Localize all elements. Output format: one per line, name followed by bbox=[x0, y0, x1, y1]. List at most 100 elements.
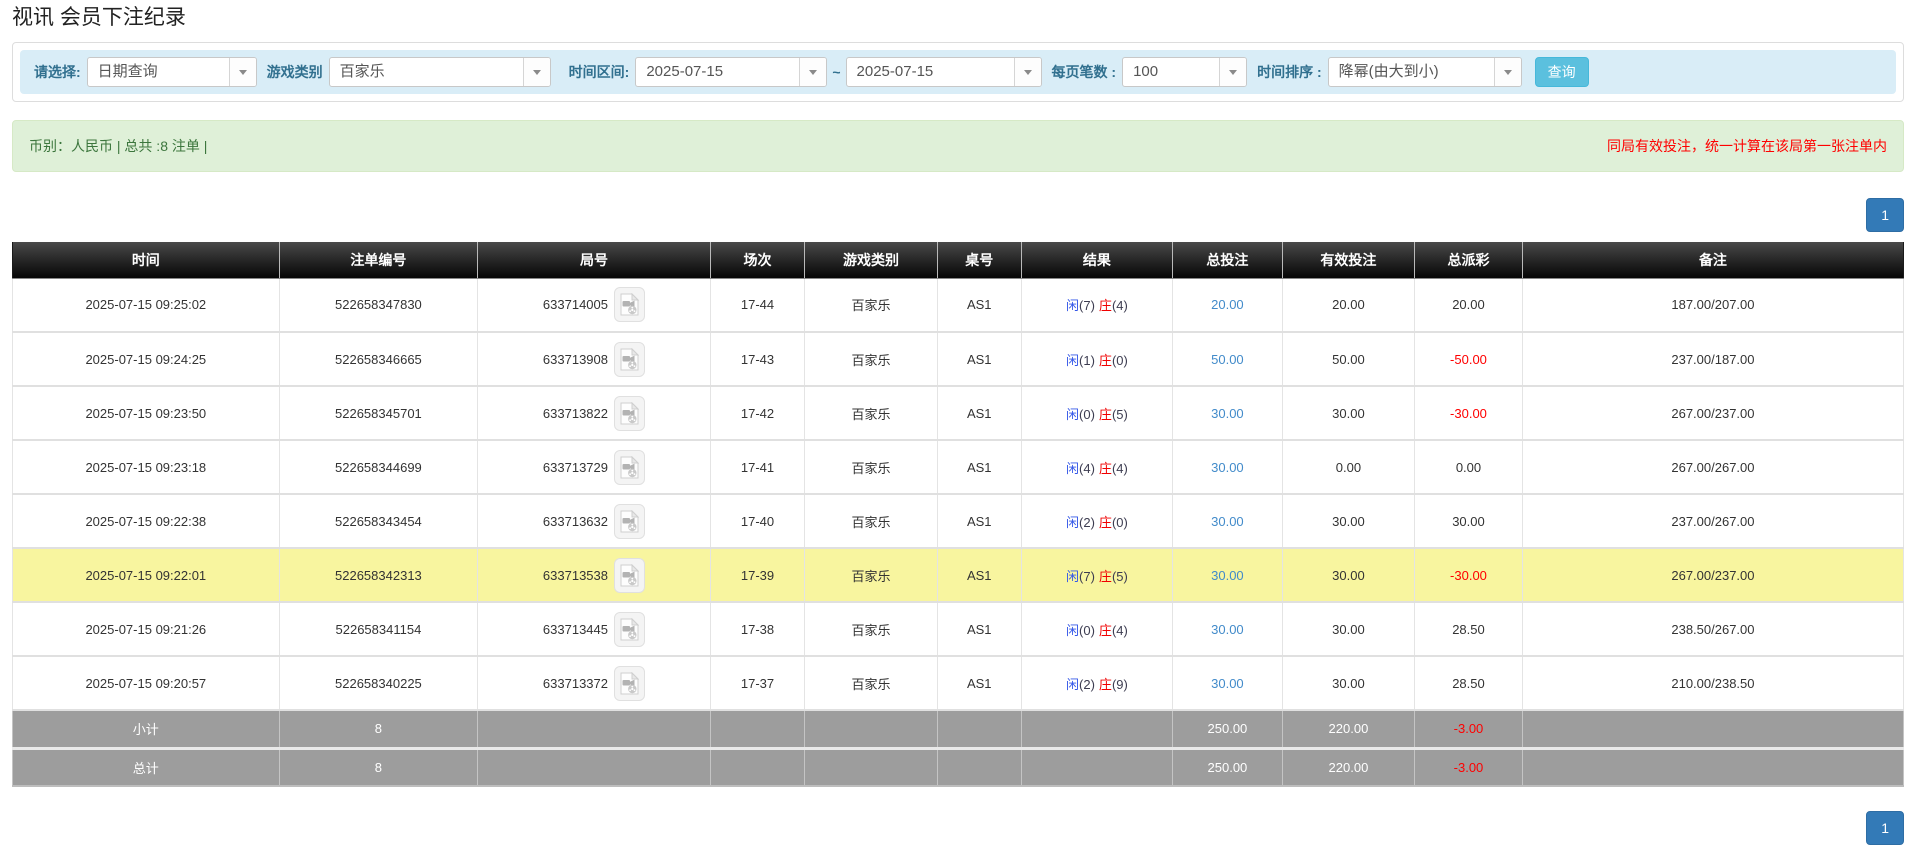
total-bet-link[interactable]: 30.00 bbox=[1211, 514, 1244, 529]
cell-bet-id: 522658345701 bbox=[278, 385, 479, 441]
result-banker-score: (4) bbox=[1111, 298, 1128, 314]
cell-empty bbox=[1020, 746, 1174, 787]
records-table: 时间 注单编号 局号 场次 游戏类别 桌号 结果 总投注 有效投注 总派彩 备注 2025-07-1… bbox=[12, 242, 1905, 787]
total-bet-link[interactable]: 30.00 bbox=[1211, 568, 1244, 583]
game-type-select[interactable]: 百家乐 bbox=[328, 57, 551, 87]
cell-game-type: 百家乐 bbox=[804, 601, 938, 657]
video-replay-button[interactable] bbox=[614, 503, 645, 539]
cell-bet-id: 522658340225 bbox=[278, 655, 479, 711]
summary-notice: 同局有效投注，统一计算在该局第一张注单内 bbox=[1607, 138, 1887, 154]
column-header: 游戏类别 bbox=[804, 242, 938, 279]
video-replay-button[interactable] bbox=[614, 611, 645, 647]
video-icon bbox=[620, 347, 639, 370]
chevron-down-icon bbox=[1503, 69, 1512, 75]
date-to-value[interactable]: 2025-07-15 bbox=[847, 58, 1014, 86]
video-replay-button[interactable] bbox=[614, 449, 645, 485]
search-button[interactable]: 查询 bbox=[1534, 57, 1589, 87]
page-1-button[interactable]: 1 bbox=[1866, 811, 1904, 845]
cell-table-no: AS1 bbox=[936, 277, 1022, 333]
cell-valid-bet: 20.00 bbox=[1281, 277, 1416, 333]
cell-round: 633714005 bbox=[477, 277, 711, 333]
table-row: 2025-07-15 09:25:02 522658347830 633714005… bbox=[12, 277, 1905, 333]
cell-total-bet: 30.00 bbox=[1172, 439, 1283, 495]
cell-time: 2025-07-15 09:23:18 bbox=[12, 439, 280, 495]
cell-remark: 267.00/267.00 bbox=[1521, 439, 1905, 495]
column-header: 总投注 bbox=[1172, 242, 1283, 279]
video-icon bbox=[620, 401, 639, 424]
cell-footer-count: 8 bbox=[278, 746, 479, 787]
sort-order-value[interactable]: 降幂(由大到小) bbox=[1329, 58, 1494, 86]
cell-time: 2025-07-15 09:23:50 bbox=[12, 385, 280, 441]
cell-game-type: 百家乐 bbox=[804, 547, 938, 603]
result-player-label: 闲 bbox=[1066, 298, 1080, 314]
cell-footer-total-bet: 250.00 bbox=[1172, 746, 1283, 787]
page-size-caret[interactable] bbox=[1219, 58, 1247, 86]
cell-result: 闲(0) 庄(4) bbox=[1020, 601, 1174, 657]
page-size-value[interactable]: 100 bbox=[1123, 58, 1219, 86]
query-type-caret[interactable] bbox=[228, 58, 256, 86]
result-banker-score: (5) bbox=[1111, 568, 1128, 584]
date-to-caret[interactable] bbox=[1013, 58, 1041, 86]
cell-remark: 187.00/207.00 bbox=[1521, 277, 1905, 333]
round-wrap: 633713729 bbox=[542, 449, 645, 485]
cell-valid-bet: 30.00 bbox=[1281, 547, 1416, 603]
table-row: 2025-07-15 09:21:26 522658341154 633713445… bbox=[12, 601, 1905, 657]
page-1-button[interactable]: 1 bbox=[1866, 198, 1904, 232]
video-replay-button[interactable] bbox=[614, 395, 645, 431]
video-replay-button[interactable] bbox=[614, 341, 645, 377]
grand-total-row: 总计 8 250.00 220.00 -3.00 bbox=[12, 746, 1905, 787]
cell-footer-valid-bet: 220.00 bbox=[1281, 746, 1416, 787]
sort-order-caret[interactable] bbox=[1493, 58, 1521, 86]
cell-payout: -30.00 bbox=[1414, 385, 1523, 441]
cell-time: 2025-07-15 09:20:57 bbox=[12, 655, 280, 711]
result-banker-label: 庄 bbox=[1098, 622, 1112, 638]
total-bet-link[interactable]: 30.00 bbox=[1211, 676, 1244, 691]
cell-game-type: 百家乐 bbox=[804, 655, 938, 711]
cell-session: 17-42 bbox=[709, 385, 806, 441]
cell-result: 闲(4) 庄(4) bbox=[1020, 439, 1174, 495]
result-banker-score: (5) bbox=[1111, 406, 1128, 422]
date-from-picker[interactable]: 2025-07-15 bbox=[635, 57, 828, 87]
cell-bet-id: 522658343454 bbox=[278, 493, 479, 549]
query-type-value[interactable]: 日期查询 bbox=[88, 58, 229, 86]
cell-session: 17-41 bbox=[709, 439, 806, 495]
subtotal-row: 小计 8 250.00 220.00 -3.00 bbox=[12, 709, 1905, 749]
cell-payout: 28.50 bbox=[1414, 655, 1523, 711]
video-replay-button[interactable] bbox=[614, 557, 645, 593]
table-row: 2025-07-15 09:23:50 522658345701 633713822… bbox=[12, 385, 1905, 441]
cell-round: 633713538 bbox=[477, 547, 711, 603]
cell-payout: 0.00 bbox=[1414, 439, 1523, 495]
cell-payout: 20.00 bbox=[1414, 277, 1523, 333]
result-player-label: 闲 bbox=[1066, 406, 1080, 422]
cell-time: 2025-07-15 09:25:02 bbox=[12, 277, 280, 333]
date-from-caret[interactable] bbox=[799, 58, 827, 86]
video-replay-button[interactable] bbox=[614, 665, 645, 701]
total-bet-link[interactable]: 30.00 bbox=[1211, 460, 1244, 475]
total-bet-link[interactable]: 30.00 bbox=[1211, 622, 1244, 637]
cell-footer-label: 小计 bbox=[12, 709, 280, 749]
cell-round: 633713729 bbox=[477, 439, 711, 495]
total-bet-link[interactable]: 30.00 bbox=[1211, 406, 1244, 421]
cell-total-bet: 30.00 bbox=[1172, 493, 1283, 549]
video-replay-button[interactable] bbox=[614, 287, 645, 323]
cell-game-type: 百家乐 bbox=[804, 493, 938, 549]
date-to-picker[interactable]: 2025-07-15 bbox=[845, 57, 1042, 87]
round-number: 633713729 bbox=[542, 459, 608, 475]
date-from-value[interactable]: 2025-07-15 bbox=[636, 58, 799, 86]
result-player-score: (0) bbox=[1079, 406, 1095, 422]
result-player-score: (2) bbox=[1079, 514, 1095, 530]
table-row: 2025-07-15 09:23:18 522658344699 633713729… bbox=[12, 439, 1905, 495]
sort-order-select[interactable]: 降幂(由大到小) bbox=[1327, 57, 1522, 87]
cell-total-bet: 30.00 bbox=[1172, 385, 1283, 441]
game-type-value[interactable]: 百家乐 bbox=[330, 58, 523, 86]
cell-bet-id: 522658342313 bbox=[278, 547, 479, 603]
cell-result: 闲(2) 庄(0) bbox=[1020, 493, 1174, 549]
cell-total-bet: 30.00 bbox=[1172, 655, 1283, 711]
result-player-label: 闲 bbox=[1066, 352, 1080, 368]
result-player-label: 闲 bbox=[1066, 460, 1080, 476]
game-type-caret[interactable] bbox=[522, 58, 550, 86]
query-type-select[interactable]: 日期查询 bbox=[86, 57, 257, 87]
total-bet-link[interactable]: 20.00 bbox=[1211, 297, 1244, 312]
page-size-select[interactable]: 100 bbox=[1122, 57, 1248, 87]
total-bet-link[interactable]: 50.00 bbox=[1211, 352, 1244, 367]
